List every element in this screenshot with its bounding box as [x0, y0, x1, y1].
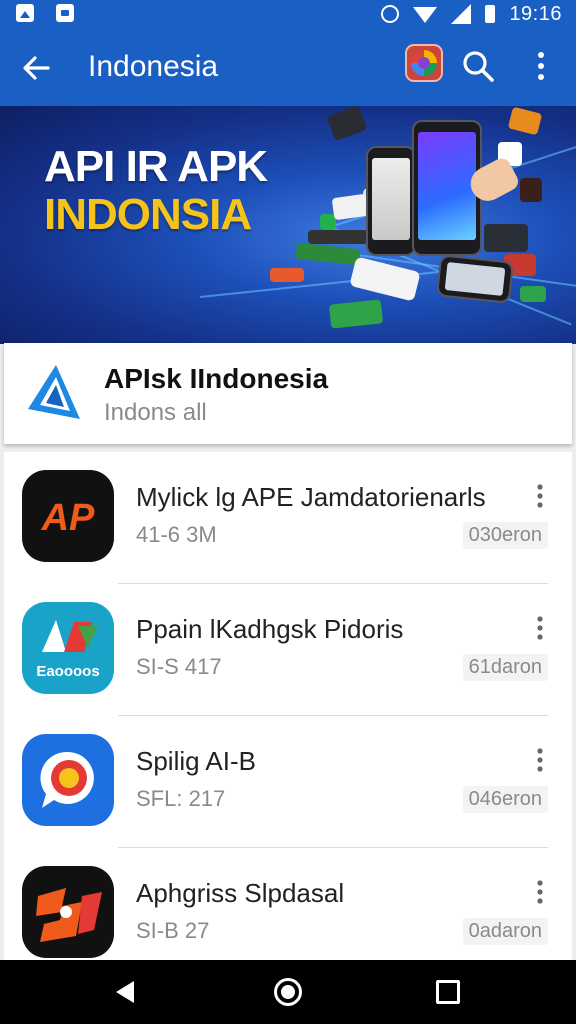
featured-subtitle: Indons all [104, 399, 207, 426]
status-time: 19:16 [509, 2, 562, 25]
app-size: 046eron [462, 786, 548, 813]
chat-bubble-icon [22, 734, 114, 826]
overflow-menu-icon [538, 52, 544, 80]
item-more-button[interactable] [528, 744, 552, 776]
app-title: Mylick lg APE Jamdatorienarls [136, 482, 486, 512]
svg-text:AP: AP [41, 497, 95, 539]
banner-subheadline: INDONSIA [44, 190, 252, 239]
floating-tile [326, 106, 368, 142]
alarm-icon [381, 5, 400, 23]
light-ray [199, 268, 459, 298]
list-item[interactable]: Aphgriss Slpdasal SI-B 27 0adaron [4, 848, 572, 962]
battery-icon [485, 5, 496, 23]
app-size: 030eron [462, 522, 548, 549]
notification-icons [16, 4, 74, 22]
arrow-left-icon [23, 56, 50, 80]
floating-tile [270, 268, 304, 282]
featured-title: APIsk IIndonesia [104, 363, 329, 394]
app-title: Ppain lKadhgsk Pidoris [136, 614, 404, 644]
system-nav-bar [0, 960, 576, 1024]
phone-illustration [436, 254, 514, 304]
floating-tile [520, 178, 542, 202]
nav-back-icon[interactable] [112, 978, 140, 1006]
item-more-button[interactable] [528, 480, 552, 512]
page-title: Indonesia [88, 50, 219, 83]
app-title: Spilig AI-B [136, 746, 256, 776]
overflow-menu-icon [537, 616, 543, 640]
app-badge-button[interactable] [405, 44, 443, 82]
promo-banner[interactable]: API IR APK INDONSIA [0, 106, 576, 344]
nav-home-icon[interactable] [274, 978, 302, 1006]
floating-tile [308, 230, 368, 244]
triangle-logo-icon [28, 365, 80, 419]
floating-tile [484, 224, 528, 252]
banner-headline: API IR APK [44, 142, 268, 191]
list-item[interactable]: Spilig AI-B SFL: 217 046eron [4, 716, 572, 848]
list-item[interactable]: Eaoooos Ppain lKadhgsk Pidoris SI-S 417 … [4, 584, 572, 716]
floating-tile [507, 106, 543, 136]
overflow-menu-icon [537, 484, 543, 508]
floating-tile [328, 299, 384, 329]
featured-app-card[interactable]: APIsk IIndonesia Indons all [4, 343, 572, 444]
overflow-menu-icon [537, 880, 543, 904]
image-notification-icon [16, 4, 34, 22]
nav-recents-icon[interactable] [436, 980, 460, 1004]
overflow-menu-button[interactable] [524, 46, 558, 86]
app-bar: Indonesia [0, 28, 576, 106]
floating-tile [331, 193, 369, 221]
app-title: Aphgriss Slpdasal [136, 878, 345, 908]
app-meta: SI-B 27 [136, 918, 210, 943]
search-button[interactable] [458, 46, 498, 86]
icon-label: Eaoooos [36, 663, 99, 680]
list-item[interactable]: AP Mylick lg APE Jamdatorienarls 41-6 3M… [4, 452, 572, 584]
app-badge-icon [411, 50, 437, 76]
floating-tile [295, 242, 361, 266]
overflow-menu-icon [537, 748, 543, 772]
search-icon [463, 51, 494, 82]
app-size: 0adaron [462, 918, 548, 945]
item-more-button[interactable] [528, 876, 552, 908]
phone-illustration [366, 146, 416, 256]
ap-logo-icon: AP [22, 470, 114, 562]
app-meta: SFL: 217 [136, 786, 226, 811]
signal-icon [451, 4, 472, 24]
wifi-icon [413, 7, 438, 23]
bag-notification-icon [56, 4, 74, 22]
back-button[interactable] [14, 46, 58, 90]
sp-logo-icon [22, 866, 114, 958]
app-meta: SI-S 417 [136, 654, 222, 679]
apk-logo-icon: Eaoooos [22, 602, 114, 694]
status-bar: 19:16 [0, 0, 576, 28]
app-meta: 41-6 3M [136, 522, 217, 547]
system-icons: 19:16 [381, 2, 562, 26]
item-more-button[interactable] [528, 612, 552, 644]
app-size: 61daron [462, 654, 548, 681]
floating-tile [520, 286, 546, 302]
app-list: AP Mylick lg APE Jamdatorienarls 41-6 3M… [4, 452, 572, 962]
